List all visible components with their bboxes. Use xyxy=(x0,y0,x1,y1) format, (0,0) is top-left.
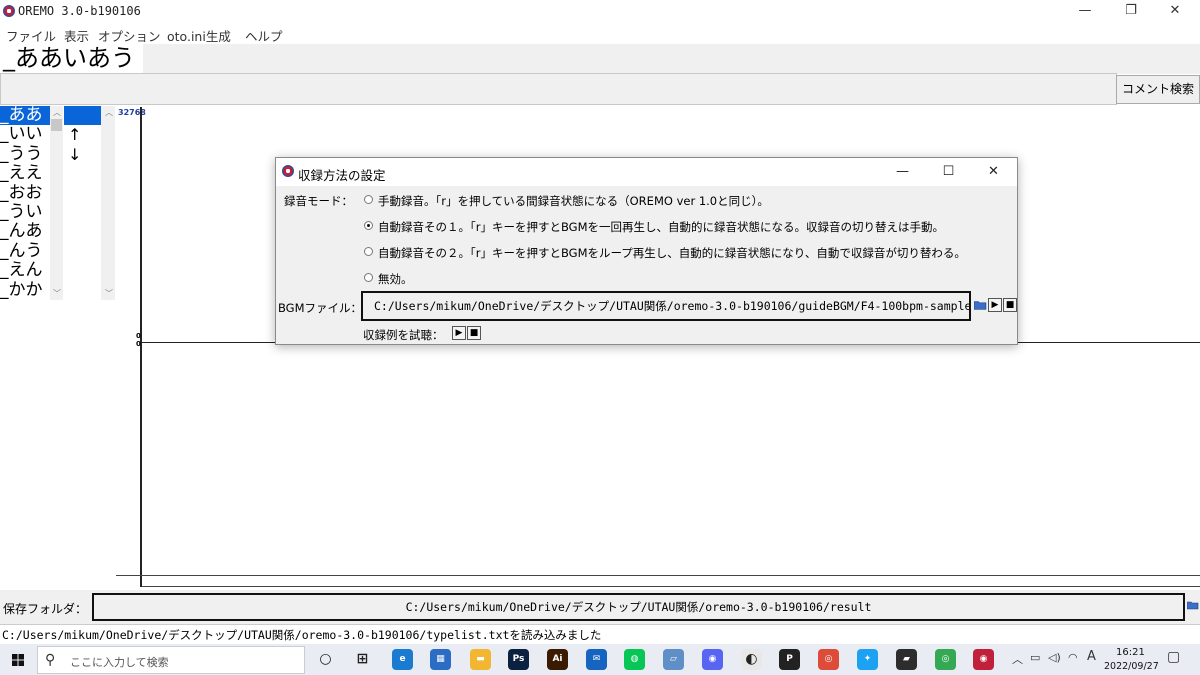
phoneme-list-item[interactable]: _ええ xyxy=(0,164,50,183)
mode-radio-manual[interactable] xyxy=(364,195,373,204)
menu-view[interactable]: 表示 xyxy=(64,26,89,45)
phoneme-list-item[interactable]: _うい xyxy=(0,203,50,222)
save-folder-field[interactable]: C:/Users/mikum/OneDrive/デスクトップ/UTAU関係/or… xyxy=(92,593,1185,621)
mode-radio-auto1[interactable] xyxy=(364,221,373,230)
menu-file[interactable]: ファイル xyxy=(6,26,56,45)
mode-option-label[interactable]: 無効。 xyxy=(378,271,413,287)
sticky-notes-icon[interactable]: ▰ xyxy=(896,649,917,670)
restore-button[interactable]: ❐ xyxy=(1108,0,1154,24)
mode-radio-disabled[interactable] xyxy=(364,273,373,282)
oremo-app-icon xyxy=(3,5,15,17)
menu-help[interactable]: ヘルプ xyxy=(245,26,283,45)
paint-icon[interactable]: ◐ xyxy=(741,649,762,670)
phoneme-header-bg xyxy=(0,44,1200,74)
phoneme-list-item[interactable]: _かか xyxy=(0,281,50,300)
phoneme-list-item[interactable]: _んあ xyxy=(0,222,50,241)
mode-radio-auto2[interactable] xyxy=(364,247,373,256)
chrome-alt-icon[interactable]: ◎ xyxy=(935,649,956,670)
window-title: OREMO 3.0-b190106 xyxy=(18,4,141,18)
phoneme-list-scrollbar[interactable]: ︿ ﹀ xyxy=(50,106,63,300)
scroll-up-icon[interactable]: ︿ xyxy=(53,107,61,118)
save-folder-label: 保存フォルダ： xyxy=(3,602,88,616)
mode-option-label[interactable]: 自動録音その２。「r」キーを押すとBGMをループ再生し、自動的に録音状態になり、… xyxy=(378,245,966,261)
trial-play-button[interactable]: ▶ xyxy=(452,326,466,340)
phoneme-list-item[interactable]: _いい xyxy=(0,125,50,144)
bgm-play-button[interactable]: ▶ xyxy=(988,298,1002,312)
battery-icon[interactable]: ▭ xyxy=(1030,651,1040,664)
title-bar xyxy=(0,0,1200,24)
comment-area[interactable] xyxy=(0,73,1117,105)
phoneme-list-item[interactable]: _おお xyxy=(0,184,50,203)
windows-start-icon[interactable] xyxy=(4,646,32,674)
discord-icon[interactable]: ◉ xyxy=(702,649,723,670)
clip-studio-icon[interactable]: P xyxy=(779,649,800,670)
open-folder-icon[interactable] xyxy=(974,299,987,311)
current-phoneme: _ああいあう xyxy=(0,44,143,73)
clock-date[interactable]: 2022/09/27 xyxy=(1104,661,1159,672)
scroll-down-icon[interactable]: ﹀ xyxy=(53,288,61,299)
phoneme-list-scroll-thumb[interactable] xyxy=(51,119,62,131)
dialog-maximize-button[interactable]: ☐ xyxy=(926,158,971,186)
menu-options[interactable]: オプション xyxy=(98,26,161,45)
mail-icon[interactable]: ✉ xyxy=(586,649,607,670)
scroll-down-icon[interactable]: ﹀ xyxy=(105,288,113,299)
edge-icon[interactable]: e xyxy=(392,649,413,670)
pattern-list-item[interactable]: ↑ xyxy=(64,125,101,144)
pattern-list-scrollbar[interactable]: ︿ ﹀ xyxy=(101,106,115,300)
trial-label: 収録例を試聴： xyxy=(363,328,444,342)
pattern-list-item[interactable] xyxy=(64,106,101,126)
bgm-file-label: BGMファイル： xyxy=(278,301,363,315)
store-icon[interactable]: ▦ xyxy=(430,649,451,670)
app-icon-blue[interactable]: ▱ xyxy=(663,649,684,670)
twitter-icon[interactable]: ✦ xyxy=(857,649,878,670)
dialog-minimize-button[interactable]: — xyxy=(880,158,925,186)
chrome-icon[interactable]: ◎ xyxy=(818,649,839,670)
clock-time[interactable]: 16:21 xyxy=(1116,647,1145,658)
waveform-zero-label: 0 xyxy=(136,340,141,348)
ime-indicator[interactable]: A xyxy=(1087,649,1096,664)
task-view-icon[interactable]: ○ xyxy=(315,649,336,670)
trial-stop-button[interactable]: ■ xyxy=(467,326,481,340)
widgets-icon[interactable]: ⊞ xyxy=(352,649,373,670)
comment-search-button[interactable]: コメント検索 xyxy=(1116,75,1200,104)
close-button[interactable]: ✕ xyxy=(1152,0,1198,24)
phoneme-list-item[interactable]: _んう xyxy=(0,242,50,261)
dialog-app-icon xyxy=(282,165,294,177)
pattern-list-item[interactable]: ↓ xyxy=(64,145,101,164)
explorer-icon[interactable]: ▬ xyxy=(470,649,491,670)
status-text: C:/Users/mikum/OneDrive/デスクトップ/UTAU関係/or… xyxy=(2,628,602,642)
menu-otoini[interactable]: oto.ini生成 xyxy=(167,26,231,45)
scroll-up-icon[interactable]: ︿ xyxy=(105,107,113,118)
tray-chevron-icon[interactable]: ︿ xyxy=(1012,651,1023,667)
minimize-button[interactable]: — xyxy=(1062,0,1108,24)
phoneme-list[interactable]: _ああ _いい _うう _ええ _おお _うい _んあ _んう _えん _かか xyxy=(0,106,50,300)
mode-option-label[interactable]: 手動録音。「r」を押している間録音状態になる（OREMO ver 1.0と同じ）… xyxy=(378,193,769,209)
volume-icon[interactable]: ◁) xyxy=(1048,651,1061,664)
phoneme-list-item[interactable]: _うう xyxy=(0,145,50,164)
pattern-list[interactable]: ↑ ↓ xyxy=(64,106,101,300)
phoneme-list-item[interactable]: _えん xyxy=(0,261,50,280)
mode-option-label[interactable]: 自動録音その１。「r」キーを押すとBGMを一回再生し、自動的に録音状態になる。収… xyxy=(378,219,944,235)
phoneme-list-item[interactable]: _ああ xyxy=(0,106,50,126)
notification-icon[interactable]: ▢ xyxy=(1167,649,1180,665)
spectrogram-divider xyxy=(142,586,1200,587)
bgm-file-field[interactable]: C:/Users/mikum/OneDrive/デスクトップ/UTAU関係/or… xyxy=(361,291,971,321)
illustrator-icon[interactable]: Ai xyxy=(547,649,568,670)
dialog-close-button[interactable]: ✕ xyxy=(971,158,1016,186)
spectrogram-divider xyxy=(116,575,1200,576)
line-icon[interactable]: ◍ xyxy=(624,649,645,670)
photoshop-icon[interactable]: Ps xyxy=(508,649,529,670)
search-icon: ⚲ xyxy=(45,652,56,668)
waveform-zero-label: 0 xyxy=(136,332,141,340)
recording-mode-label: 録音モード： xyxy=(284,194,353,208)
oremo-taskbar-icon[interactable]: ◉ xyxy=(973,649,994,670)
open-folder-icon[interactable] xyxy=(1187,600,1199,610)
network-icon[interactable]: ◠ xyxy=(1068,651,1078,664)
dialog-title: 収録方法の設定 xyxy=(298,168,386,183)
search-placeholder: ここに入力して検索 xyxy=(70,656,169,669)
bgm-stop-button[interactable]: ■ xyxy=(1003,298,1017,312)
